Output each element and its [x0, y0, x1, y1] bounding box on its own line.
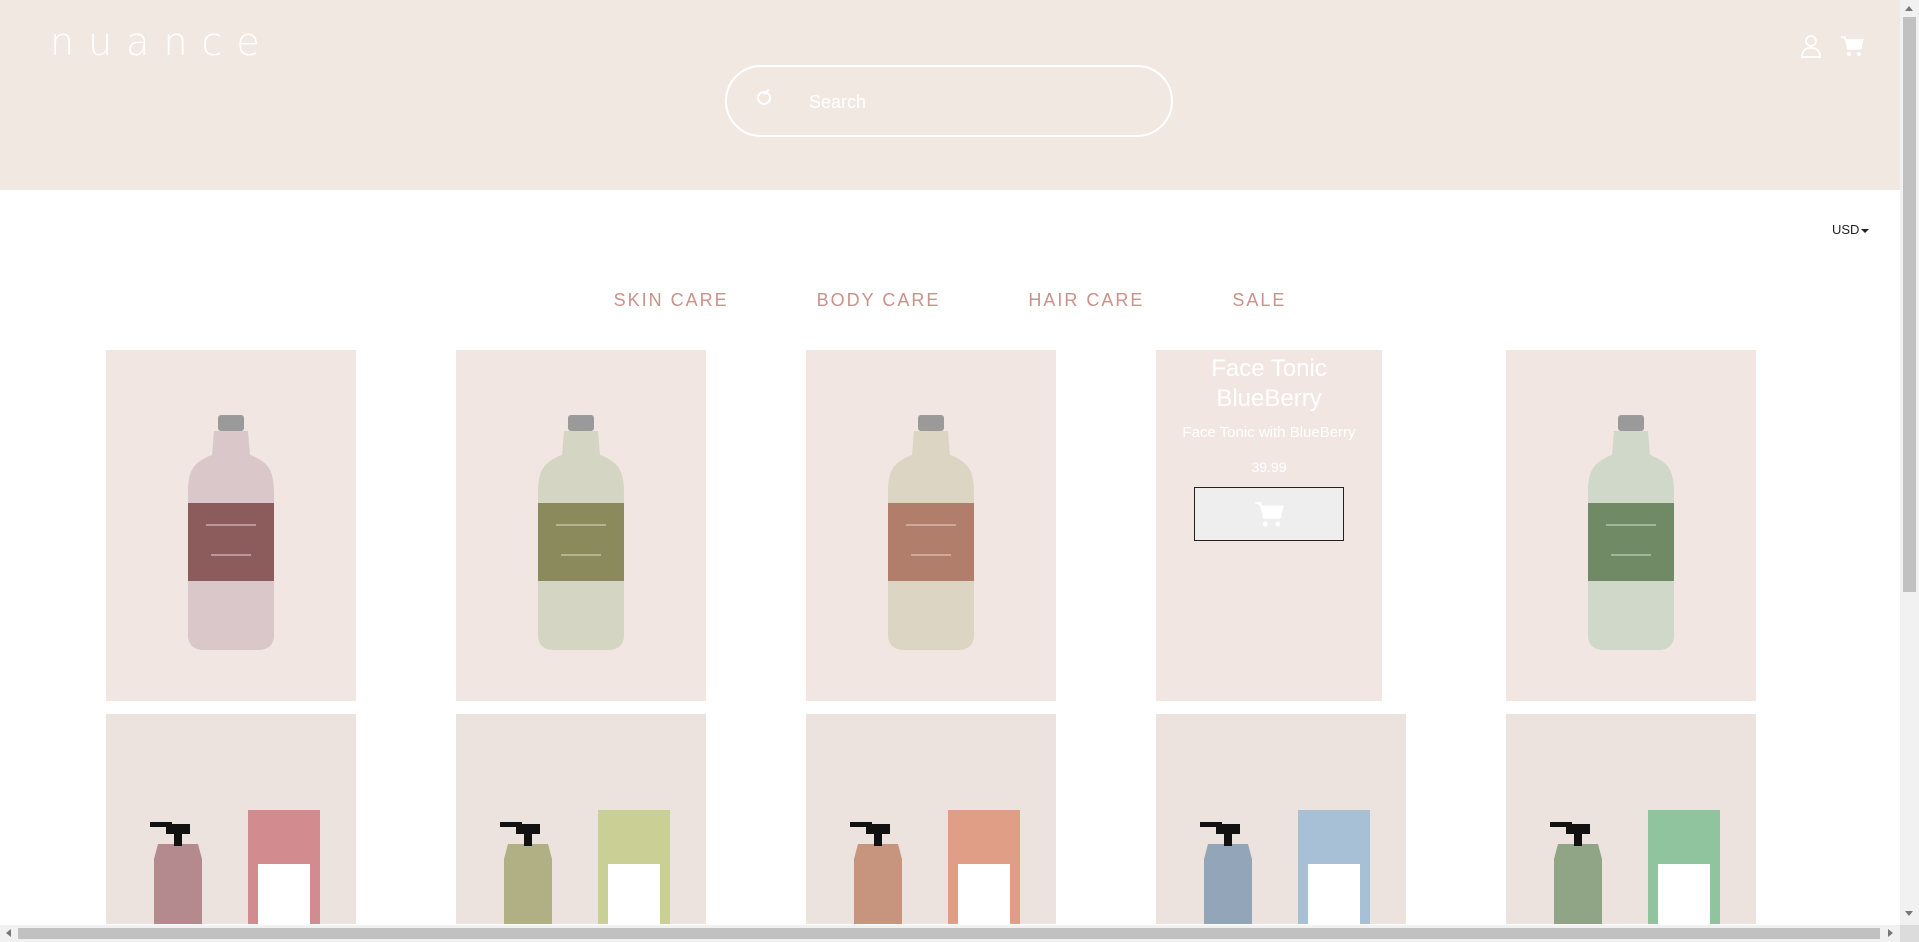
brand-logo[interactable]: nuance: [50, 20, 274, 64]
product-card[interactable]: [1156, 714, 1406, 924]
product-card[interactable]: [456, 714, 706, 924]
scroll-down-icon[interactable]: [1905, 911, 1913, 916]
product-card[interactable]: [1506, 714, 1756, 924]
nav-item-hair-care[interactable]: HAIR CARE: [1028, 290, 1144, 311]
search-box[interactable]: [725, 65, 1173, 137]
product-image: [1550, 810, 1720, 924]
product-image: [1200, 810, 1370, 924]
vertical-scrollbar[interactable]: [1900, 0, 1919, 925]
product-image: [150, 810, 320, 924]
currency-label: USD: [1832, 222, 1860, 237]
scroll-left-icon[interactable]: [6, 929, 11, 937]
chevron-down-icon: [1861, 228, 1870, 233]
product-card[interactable]: [806, 350, 1056, 701]
currency-selector[interactable]: USD: [1832, 222, 1870, 237]
scroll-right-icon[interactable]: [1888, 929, 1893, 937]
page: nuance USD SKIN CARE BODY CARE HAIR CARE…: [0, 0, 1919, 942]
product-card[interactable]: [1506, 350, 1756, 701]
scroll-up-icon[interactable]: [1905, 6, 1913, 11]
nav-item-sale[interactable]: SALE: [1232, 290, 1286, 311]
scrollbar-corner: [1900, 925, 1919, 942]
search-icon[interactable]: [757, 91, 771, 105]
product-image: [850, 810, 1020, 924]
product-card-hovered[interactable]: Face Tonic BlueBerry Face Tonic with Blu…: [1156, 350, 1382, 701]
scrollbar-thumb[interactable]: [18, 928, 1880, 939]
product-description: Face Tonic with BlueBerry: [1182, 424, 1356, 441]
product-card[interactable]: [806, 714, 1056, 924]
product-image: [500, 810, 670, 924]
horizontal-scrollbar[interactable]: [0, 925, 1900, 942]
product-title[interactable]: Face Tonic BlueBerry: [1156, 354, 1382, 414]
category-nav: SKIN CARE BODY CARE HAIR CARE SALE: [0, 290, 1900, 311]
product-image: [888, 415, 974, 650]
scrollbar-thumb[interactable]: [1903, 17, 1916, 592]
cart-icon[interactable]: [1840, 34, 1864, 58]
product-price: 39.99: [1251, 459, 1287, 475]
nav-item-body-care[interactable]: BODY CARE: [817, 290, 941, 311]
add-to-cart-button[interactable]: [1194, 487, 1344, 541]
product-card[interactable]: [456, 350, 706, 701]
product-image: [538, 415, 624, 650]
nav-item-skin-care[interactable]: SKIN CARE: [614, 290, 729, 311]
product-card[interactable]: [106, 714, 356, 924]
cart-icon: [1255, 501, 1285, 527]
user-icon[interactable]: [1800, 34, 1822, 58]
product-image: [1588, 415, 1674, 650]
site-header: nuance: [0, 0, 1900, 190]
search-input[interactable]: [809, 85, 1139, 119]
product-card[interactable]: [106, 350, 356, 701]
product-image: [188, 415, 274, 650]
